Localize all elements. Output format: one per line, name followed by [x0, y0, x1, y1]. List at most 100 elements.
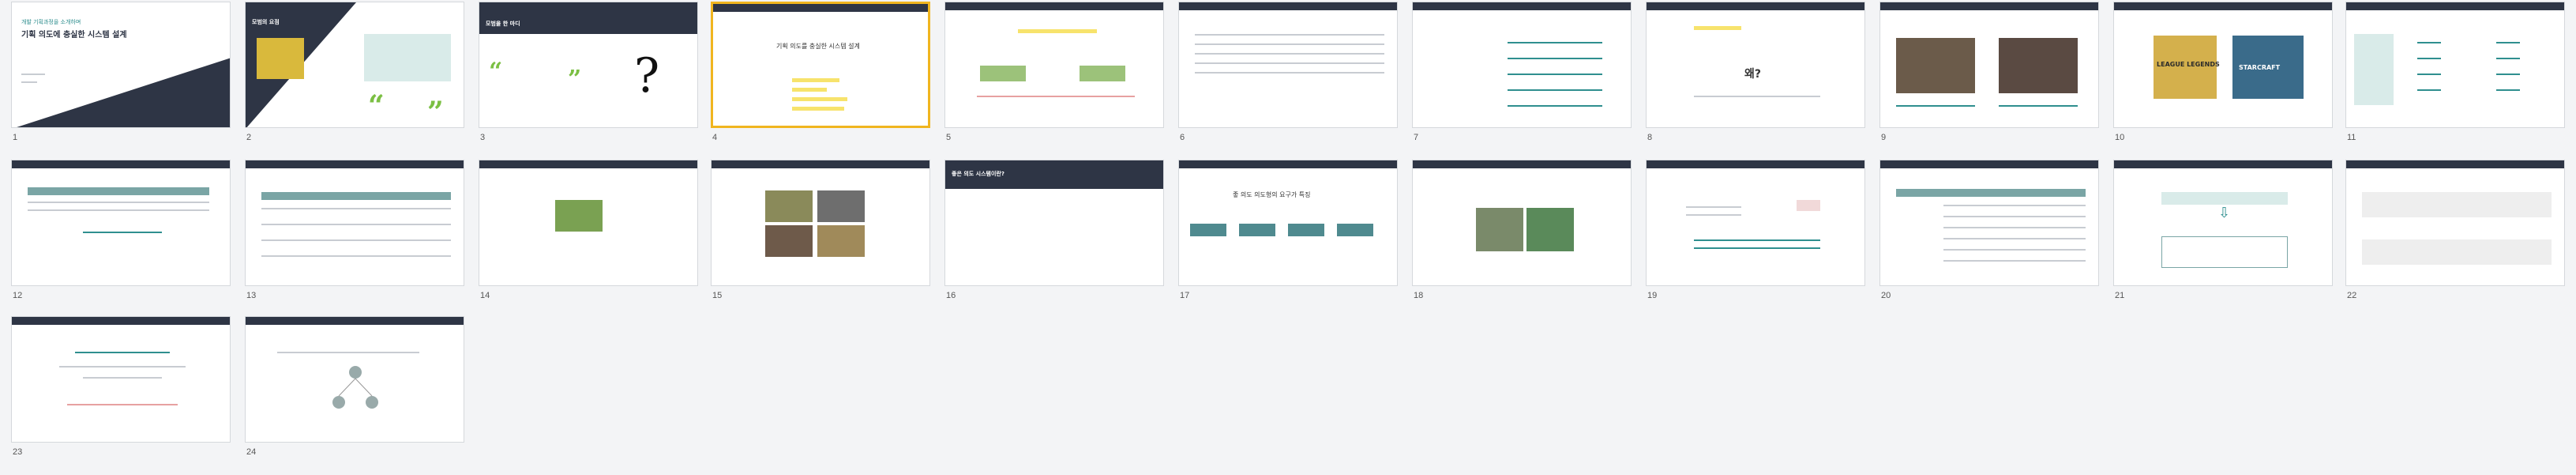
slide-thumbnail-22[interactable] [2345, 160, 2565, 286]
slide-cell[interactable]: 기획 의도를 충실한 시스템 설계 4 [711, 2, 930, 142]
text-line [1508, 58, 1602, 59]
feature-box [1337, 224, 1373, 236]
slide-thumbnail-21[interactable]: ⇩ [2113, 160, 2333, 286]
slide-cell[interactable]: 모범을 한 마디 “ ” ? 3 [479, 2, 698, 142]
title-bar [2346, 160, 2564, 168]
text-line [59, 366, 186, 368]
slide-number: 19 [1647, 291, 1658, 300]
slide-cell[interactable]: 14 [479, 160, 698, 300]
slide-cell[interactable]: 6 [1178, 2, 1398, 142]
slide-17-title: 좋 의도 의도형의 요구가 특징 [1233, 191, 1311, 198]
table-row [28, 209, 209, 211]
slide-cell[interactable]: 모범의 요점 “ ” 2 [245, 2, 464, 142]
slide-cell[interactable]: 12 [11, 160, 231, 300]
slide-thumbnail-14[interactable] [479, 160, 698, 286]
slide-number: 6 [1180, 133, 1185, 142]
photo-image [817, 190, 865, 222]
slide-4-title: 기획 의도를 충실한 시스템 설계 [776, 43, 860, 50]
title-bar [479, 2, 697, 34]
menu-image [2354, 34, 2394, 105]
slide-thumbnail-23[interactable] [11, 316, 231, 443]
title-bar [2114, 160, 2332, 168]
slide-cell[interactable]: LEAGUE LEGENDS STARCRAFT 10 [2113, 2, 2333, 142]
text-line [1508, 89, 1602, 91]
slide-number: 9 [1881, 133, 1887, 142]
text-line [2496, 42, 2520, 43]
slide-cell[interactable]: 7 [1412, 2, 1632, 142]
slide-cell[interactable]: 13 [245, 160, 464, 300]
title-bar [1880, 2, 2098, 10]
slide-cell[interactable]: 22 [2345, 160, 2565, 300]
slide-thumbnail-12[interactable] [11, 160, 231, 286]
slide-thumbnail-2[interactable]: 모범의 요점 “ ” [245, 2, 464, 128]
text-line [83, 377, 162, 379]
title-bar [1179, 160, 1397, 168]
slide-number: 14 [480, 291, 490, 300]
slide-cell[interactable]: 왜? 8 [1646, 2, 1865, 142]
slide-cell[interactable]: 개발 기획과정을 소개하며 기획 의도에 충실한 시스템 설계 1 [11, 2, 231, 142]
slide-number: 13 [246, 291, 257, 300]
slide-thumbnail-4[interactable]: 기획 의도를 충실한 시스템 설계 [711, 2, 930, 128]
slide-cell[interactable]: 18 [1412, 160, 1632, 300]
slide-cell[interactable]: 19 [1646, 160, 1865, 300]
slide-1-title: 기획 의도에 충실한 시스템 설계 [21, 31, 127, 40]
slide-thumbnail-18[interactable] [1412, 160, 1632, 286]
text-line [1694, 239, 1820, 241]
slide-cell[interactable]: 23 [11, 316, 231, 457]
slide-thumbnail-1[interactable]: 개발 기획과정을 소개하며 기획 의도에 충실한 시스템 설계 [11, 2, 231, 128]
slide-thumbnail-6[interactable] [1178, 2, 1398, 128]
slide-cell[interactable]: ⇩ 21 [2113, 160, 2333, 300]
slide-thumbnail-3[interactable]: 모범을 한 마디 “ ” ? [479, 2, 698, 128]
table-image [364, 34, 451, 81]
slide-thumbnail-20[interactable] [1879, 160, 2099, 286]
corn-image [257, 38, 304, 79]
slide-cell[interactable]: 15 [711, 160, 930, 300]
slide-cell[interactable]: 24 [245, 316, 464, 457]
slide-thumbnail-7[interactable] [1412, 2, 1632, 128]
slide-cell[interactable]: 좋 의도 의도형의 요구가 특징 17 [1178, 160, 1398, 300]
slide-cell[interactable]: 좋은 의도 시스템이란? 16 [944, 160, 1164, 300]
slide-number: 2 [246, 133, 252, 142]
slide-number: 5 [946, 133, 952, 142]
slide-number: 20 [1881, 291, 1891, 300]
game-image [1526, 208, 1574, 251]
slide-cell[interactable]: 20 [1879, 160, 2099, 300]
table-row [1943, 260, 2086, 262]
table-row [261, 208, 451, 209]
meme-image [555, 200, 603, 232]
title-bar [712, 160, 929, 168]
slide-thumbnail-15[interactable] [711, 160, 930, 286]
slide-thumbnail-24[interactable] [245, 316, 464, 443]
slide-cell[interactable]: 11 [2345, 2, 2565, 142]
slide-thumbnail-10[interactable]: LEAGUE LEGENDS STARCRAFT [2113, 2, 2333, 128]
slide-thumbnail-13[interactable] [245, 160, 464, 286]
photo-image [765, 190, 813, 222]
text-line [2417, 42, 2441, 43]
slide-cell[interactable]: 9 [1879, 2, 2099, 142]
quote-open-icon: “ [489, 58, 503, 85]
slide-thumbnail-5[interactable] [944, 2, 1164, 128]
text-line [1694, 96, 1820, 97]
slide-thumbnail-16[interactable]: 좋은 의도 시스템이란? [944, 160, 1164, 286]
text-line [1508, 105, 1602, 107]
table-header [261, 192, 451, 200]
table-row [261, 239, 451, 241]
slide-thumbnail-19[interactable] [1646, 160, 1865, 286]
slide-cell[interactable]: 5 [944, 2, 1164, 142]
highlight [792, 107, 844, 111]
slide-thumbnail-8[interactable]: 왜? [1646, 2, 1865, 128]
slide-thumbnail-17[interactable]: 좋 의도 의도형의 요구가 특징 [1178, 160, 1398, 286]
text-line [2417, 58, 2441, 59]
slide-number: 15 [712, 291, 723, 300]
arrow-box [1797, 200, 1820, 211]
title-bar [12, 317, 230, 325]
slide-thumbnail-9[interactable] [1879, 2, 2099, 128]
text-line [1195, 43, 1384, 45]
photo-image [817, 225, 865, 257]
info-box [2161, 236, 2288, 268]
highlight [1694, 26, 1741, 30]
title-bar [479, 160, 697, 168]
slide-3-title: 모범을 한 마디 [486, 21, 520, 27]
slide-thumbnail-11[interactable] [2345, 2, 2565, 128]
feature-box [1288, 224, 1324, 236]
